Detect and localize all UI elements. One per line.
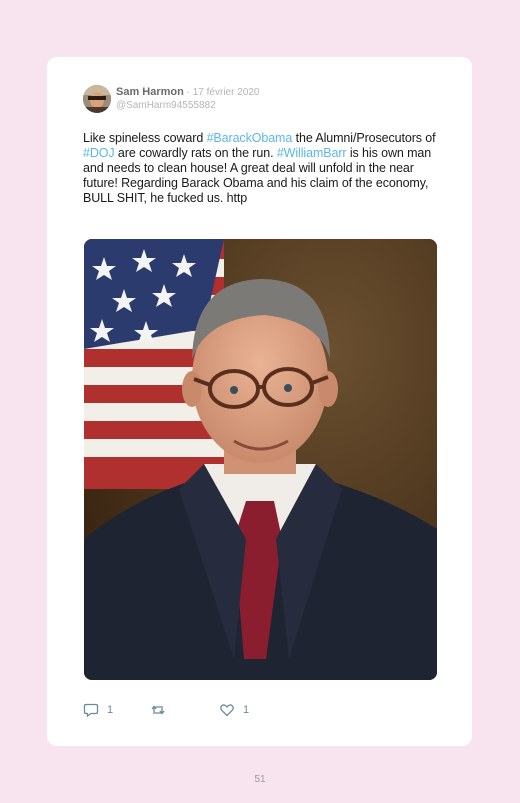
hashtag-link[interactable]: #WilliamBarr xyxy=(277,146,347,160)
reply-count: 1 xyxy=(107,704,114,716)
like-count: 1 xyxy=(243,704,250,716)
reply-button[interactable]: 1 xyxy=(83,701,113,719)
heart-icon xyxy=(220,704,234,717)
hashtag-link[interactable]: #DOJ xyxy=(83,146,115,160)
page-number: 51 xyxy=(254,774,266,785)
like-button[interactable]: 1 xyxy=(219,701,249,719)
tweet-text-part: Like spineless coward xyxy=(83,131,207,145)
avatar-image xyxy=(83,85,111,113)
retweet-button[interactable] xyxy=(150,701,174,719)
portrait-photo xyxy=(84,239,437,680)
tweet-text-part: are cowardly rats on the run. xyxy=(114,146,277,160)
retweet-icon xyxy=(151,705,165,715)
author-avatar[interactable] xyxy=(83,85,111,113)
tweet-text-part: the Alumni/Prosecutors of xyxy=(292,131,436,145)
hashtag-link[interactable]: #BarackObama xyxy=(207,131,293,145)
date-separator: · xyxy=(183,87,193,98)
tweet-text: Like spineless coward #BarackObama the A… xyxy=(83,131,443,206)
post-date[interactable]: 17 février 2020 xyxy=(193,87,260,98)
author-line: Sam Harmon · 17 février 2020 xyxy=(116,85,259,100)
tweet-card: Sam Harmon · 17 février 2020 @SamHarm945… xyxy=(47,57,472,746)
author-handle[interactable]: @SamHarm94555882 xyxy=(116,99,216,112)
reply-icon xyxy=(83,703,99,718)
tweet-actions: 1 1 xyxy=(83,701,283,719)
tweet-photo[interactable] xyxy=(84,239,437,680)
author-name[interactable]: Sam Harmon xyxy=(116,86,184,98)
